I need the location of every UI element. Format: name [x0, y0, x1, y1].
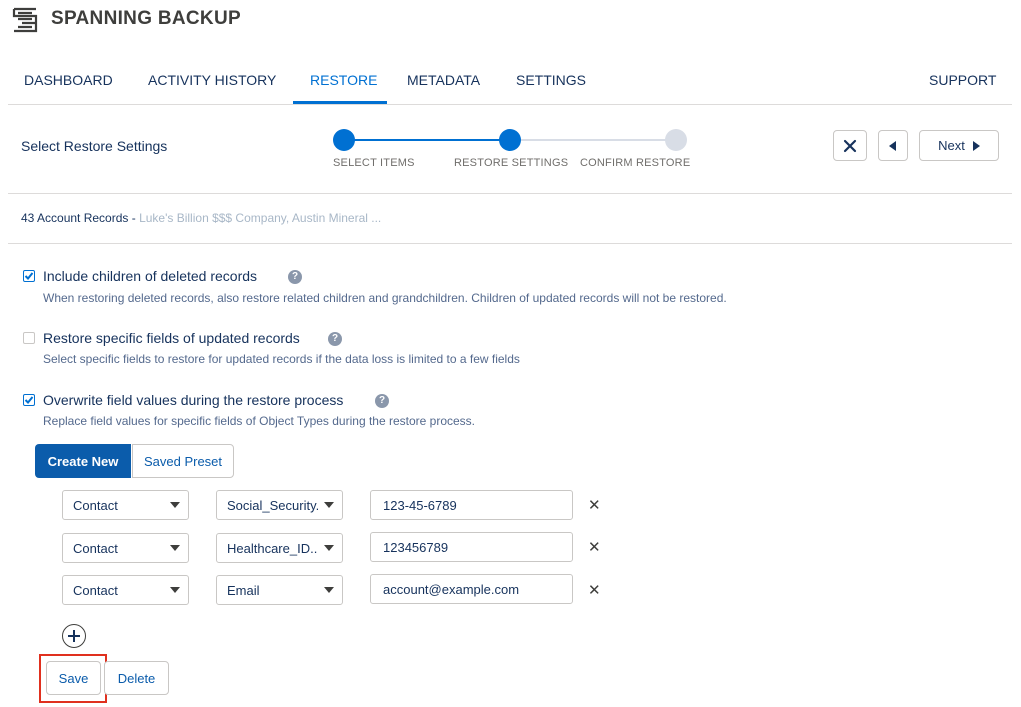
field-select[interactable]: Email: [216, 575, 343, 605]
object-type-select[interactable]: Contact: [62, 575, 189, 605]
saved-preset-button[interactable]: Saved Preset: [132, 444, 234, 478]
field-value: Email: [227, 582, 260, 598]
stepper-progress-line: [344, 139, 510, 141]
help-icon[interactable]: ?: [375, 394, 389, 408]
add-row-button[interactable]: [62, 624, 86, 648]
caret-right-icon: [972, 140, 980, 151]
chevron-down-icon: [324, 587, 334, 593]
help-icon[interactable]: ?: [288, 270, 302, 284]
object-type-value: Contact: [73, 582, 118, 598]
plus-icon: [68, 630, 80, 642]
close-button[interactable]: [833, 130, 867, 161]
stepper-divider: [8, 193, 1012, 194]
object-type-value: Contact: [73, 540, 118, 556]
nav-restore[interactable]: RESTORE: [310, 72, 377, 88]
step-dot-confirm-restore: [665, 129, 687, 151]
include-children-checkbox[interactable]: [23, 270, 35, 282]
help-icon[interactable]: ?: [328, 332, 342, 346]
nav-activity-history[interactable]: ACTIVITY HISTORY: [148, 72, 276, 88]
remove-row-button[interactable]: ✕: [588, 496, 601, 514]
next-button-label: Next: [938, 138, 965, 153]
next-button[interactable]: Next: [919, 130, 999, 161]
step-page-title: Select Restore Settings: [21, 138, 168, 154]
nav-support[interactable]: SUPPORT: [929, 72, 996, 88]
field-select[interactable]: Social_Security...: [216, 490, 343, 520]
step-dot-restore-settings: [499, 129, 521, 151]
nav-dashboard[interactable]: DASHBOARD: [24, 72, 113, 88]
step-label-restore-settings: RESTORE SETTINGS: [454, 157, 569, 169]
nav-divider: [8, 104, 1012, 105]
remove-row-button[interactable]: ✕: [588, 581, 601, 599]
field-select[interactable]: Healthcare_ID...: [216, 533, 343, 563]
restore-specific-fields-label: Restore specific fields of updated recor…: [43, 330, 300, 346]
step-label-select-items: SELECT ITEMS: [333, 157, 415, 169]
nav-settings[interactable]: SETTINGS: [516, 72, 586, 88]
field-value: Healthcare_ID...: [227, 540, 318, 556]
restore-specific-fields-description: Select specific fields to restore for up…: [43, 352, 520, 366]
nav-metadata[interactable]: METADATA: [407, 72, 480, 88]
checkmark-icon: [24, 272, 34, 280]
replacement-value-input[interactable]: 123-45-6789: [370, 490, 573, 520]
stepper-remaining-line: [510, 139, 676, 141]
remove-row-button[interactable]: ✕: [588, 538, 601, 556]
chevron-down-icon: [170, 545, 180, 551]
records-divider: [8, 243, 1012, 244]
caret-left-icon: [889, 140, 896, 151]
object-type-select[interactable]: Contact: [62, 533, 189, 563]
records-names: Luke's Billion $$$ Company, Austin Miner…: [139, 211, 382, 225]
include-children-description: When restoring deleted records, also res…: [43, 291, 727, 305]
overwrite-values-description: Replace field values for specific fields…: [43, 414, 475, 428]
checkmark-icon: [24, 396, 34, 404]
restore-specific-fields-checkbox[interactable]: [23, 332, 35, 344]
include-children-label: Include children of deleted records: [43, 268, 258, 284]
step-dot-select-items: [333, 129, 355, 151]
create-new-button[interactable]: Create New: [35, 444, 131, 478]
back-button[interactable]: [878, 130, 908, 161]
object-type-select[interactable]: Contact: [62, 490, 189, 520]
replacement-value-input[interactable]: 123456789: [370, 532, 573, 562]
close-icon: [843, 139, 857, 152]
delete-button[interactable]: Delete: [104, 661, 169, 695]
chevron-down-icon: [324, 502, 334, 508]
chevron-down-icon: [324, 545, 334, 551]
overwrite-values-checkbox[interactable]: [23, 394, 35, 406]
chevron-down-icon: [170, 587, 180, 593]
field-value: Social_Security...: [227, 497, 318, 513]
object-type-value: Contact: [73, 497, 118, 513]
chevron-down-icon: [170, 502, 180, 508]
records-count: 43 Account Records -: [21, 211, 136, 225]
overwrite-values-label: Overwrite field values during the restor…: [43, 392, 344, 408]
records-summary: 43 Account Records - Luke's Billion $$$ …: [21, 211, 381, 225]
replacement-value-input[interactable]: account@example.com: [370, 574, 573, 604]
save-button[interactable]: Save: [46, 661, 101, 695]
app-brand: SPANNING BACKUP: [51, 8, 241, 29]
step-label-confirm-restore: CONFIRM RESTORE: [580, 157, 691, 169]
spanning-logo-icon: [12, 7, 38, 33]
